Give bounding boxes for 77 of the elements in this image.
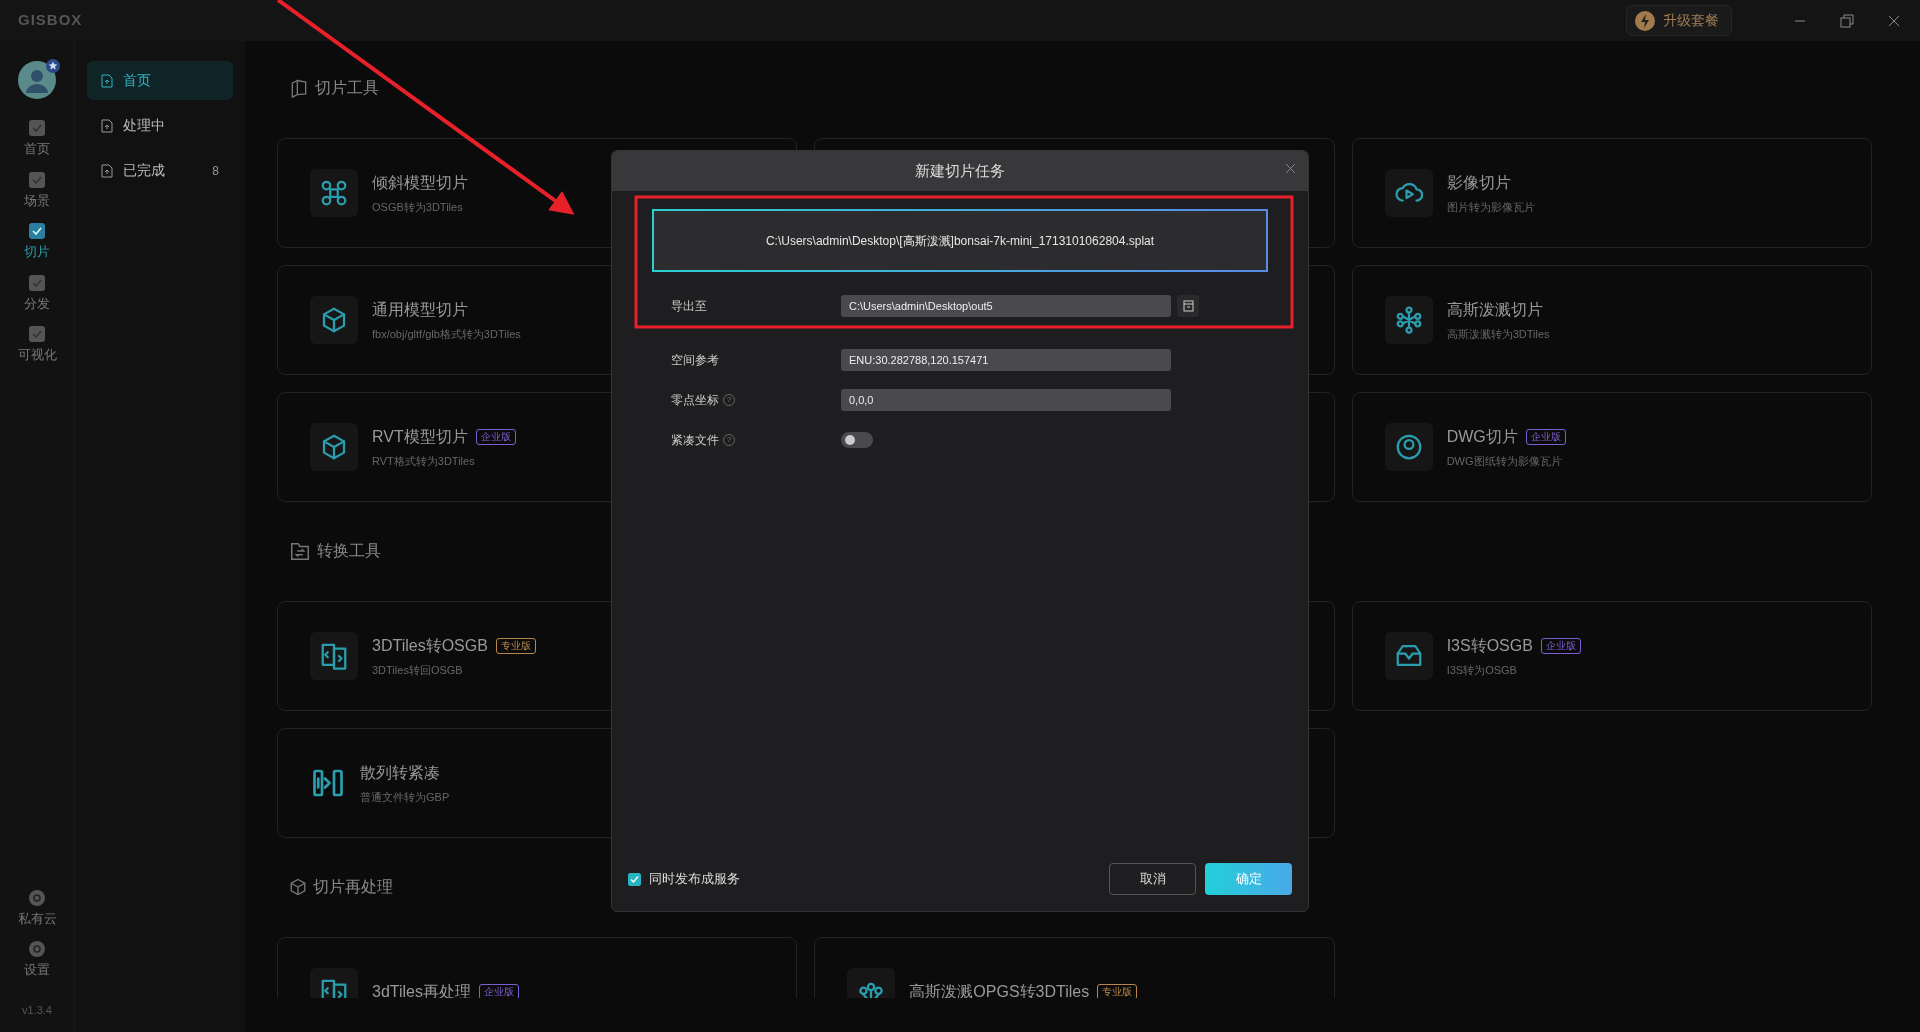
card-subtitle: I3S转为OSGB — [1446, 662, 1518, 678]
input-field[interactable]: 0,0,0 — [841, 389, 1171, 411]
lightning-icon — [1635, 10, 1655, 31]
swap-panels-icon — [319, 977, 349, 998]
close-icon — [1888, 15, 1900, 28]
star-badge-icon — [46, 59, 60, 73]
card-subtitle: RVT格式转为3DTiles — [372, 453, 476, 469]
count-label: 8 — [212, 162, 219, 180]
input-field[interactable]: C:\Users\admin\Desktop\out5 — [841, 295, 1171, 317]
card-title: I3S转OSGB — [1446, 635, 1533, 656]
tool-card[interactable]: DWG切片 企业版 DWG图纸转为影像瓦片 — [1351, 392, 1872, 502]
document-icon — [101, 118, 113, 133]
card-subtitle: DWG图纸转为影像瓦片 — [1446, 453, 1563, 469]
card-subtitle: 普通文件转为GBP — [360, 789, 450, 805]
document-icon — [101, 73, 113, 88]
checkbox[interactable] — [628, 872, 641, 886]
tool-card[interactable]: I3S转OSGB 企业版 I3S转为OSGB — [1351, 601, 1872, 711]
close-button[interactable] — [1285, 163, 1296, 174]
restore-icon — [1840, 14, 1854, 29]
drone-icon — [319, 178, 349, 208]
dialog-title: 新建切片任务 — [915, 160, 1005, 181]
nav-item[interactable]: 切片 — [0, 216, 75, 268]
nav-item[interactable]: 首页 — [0, 113, 75, 165]
field-label: 零点坐标 — [671, 392, 719, 409]
toggle-switch[interactable] — [841, 432, 873, 448]
nav-item[interactable]: 私有云 — [0, 882, 75, 934]
app-logo: GISBOX — [18, 10, 83, 31]
edition-tag: 企业版 — [479, 984, 519, 998]
browse-button[interactable] — [1177, 295, 1199, 317]
field-label: 紧凑文件 — [671, 432, 719, 449]
folder-swap-icon — [289, 540, 311, 562]
card-title: RVT模型切片 — [372, 426, 468, 447]
source-file-box[interactable]: C:\Users\admin\Desktop\[高斯泼溅]bonsai-7k-mini_1713101062804.splat — [652, 209, 1268, 272]
cancel-button[interactable]: 取消 — [1109, 863, 1196, 895]
card-title: 散列转紧凑 — [360, 762, 440, 783]
document-check-icon — [28, 222, 46, 240]
card-title: 高斯泼溅切片 — [1446, 299, 1543, 320]
edition-tag: 企业版 — [1540, 637, 1581, 654]
nav-item[interactable]: 分发 — [0, 267, 75, 319]
tool-card[interactable]: 高斯泼溅切片 高斯泼溅转为3DTiles — [1351, 265, 1872, 375]
card-subtitle: OSGB转为3DTiles — [372, 199, 464, 215]
menu-item[interactable]: 已完成 8 — [87, 151, 233, 190]
close-icon — [1285, 163, 1296, 174]
edition-tag: 专业版 — [495, 637, 536, 654]
card-title: 3DTiles转OSGB — [372, 635, 488, 656]
field-label: 空间参考 — [671, 352, 719, 369]
card-title: 通用模型切片 — [372, 299, 468, 320]
nav-item[interactable]: 可视化 — [0, 319, 75, 371]
version-label: v1.3.4 — [22, 1002, 52, 1018]
checkbox-label: 同时发布成服务 — [649, 870, 740, 889]
section-title: 切片工具 — [315, 78, 379, 98]
input-field[interactable]: ENU:30.282788,120.157471 — [841, 349, 1171, 371]
cube-icon — [289, 878, 307, 896]
card-subtitle: fbx/obj/gltf/glb格式转为3DTiles — [372, 326, 521, 342]
document-icon — [101, 163, 113, 178]
tiles-icon — [289, 78, 309, 98]
card-subtitle: 3DTiles转回OSGB — [372, 662, 464, 678]
card-title: DWG切片 — [1446, 426, 1518, 447]
card-subtitle: 图片转为影像瓦片 — [1446, 199, 1535, 215]
edition-tag: 专业版 — [1097, 984, 1138, 998]
field-label: 导出至 — [671, 298, 707, 315]
document-icon — [1182, 300, 1194, 312]
card-subtitle: 高斯泼溅转为3DTiles — [1446, 326, 1550, 342]
tool-card[interactable]: 影像切片 图片转为影像瓦片 — [1351, 138, 1872, 248]
nav-item[interactable]: 场景 — [0, 164, 75, 216]
nav-item[interactable]: 设置 — [0, 934, 75, 986]
section-title: 切片再处理 — [313, 877, 393, 897]
card-title: 倾斜模型切片 — [372, 172, 468, 193]
edition-tag: 企业版 — [1525, 428, 1566, 445]
menu-item[interactable]: 首页 — [87, 61, 233, 100]
edition-tag: 企业版 — [475, 428, 516, 445]
avatar-icon[interactable] — [18, 61, 56, 99]
section-title: 转换工具 — [317, 541, 381, 561]
menu-item[interactable]: 处理中 — [87, 106, 233, 145]
swap-panels-icon — [319, 641, 349, 671]
upgrade-button[interactable]: 升级套餐 — [1626, 5, 1732, 36]
card-title: 影像切片 — [1446, 172, 1511, 193]
